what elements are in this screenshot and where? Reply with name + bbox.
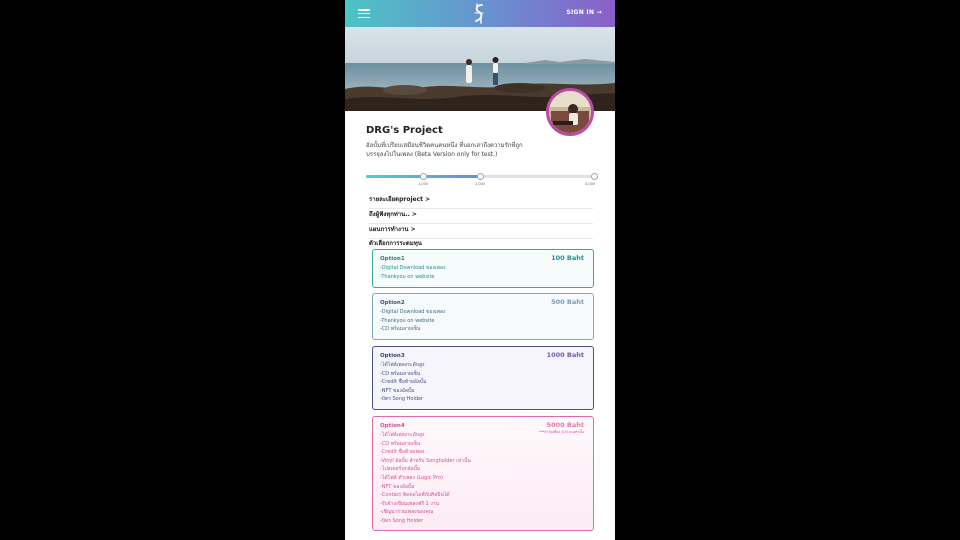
option-card-1[interactable]: Option1 100 Baht -Digital Download ของเพ… xyxy=(372,249,594,288)
option-benefits: -ได้ไฟล์เพลงระดับสูง -CD พร้อมลายเซ็น -C… xyxy=(380,361,426,404)
benefit-item: -Credit ชื่อท้ายอัลบั้ม xyxy=(380,379,427,386)
option-price: 100 Baht xyxy=(551,254,584,262)
project-title: DRG's Project xyxy=(366,125,443,136)
menu-icon[interactable] xyxy=(358,9,370,19)
option-limit-note: ***จำกัดเพียง 100 คนเท่านั้น xyxy=(539,430,584,434)
benefit-item: -Thankyou on website xyxy=(380,273,435,280)
artist-avatar[interactable] xyxy=(546,88,594,136)
sign-in-button[interactable]: SIGN IN → xyxy=(566,9,602,16)
benefit-item: -Thankyou on website xyxy=(380,317,435,324)
benefit-item: -CD พร้อมลายเซ็น xyxy=(380,326,421,333)
project-details-link[interactable]: รายละเอียดproject > xyxy=(369,194,593,209)
benefit-item: -CD พร้อมลายเซ็น xyxy=(380,370,421,377)
option-price: 1000 Baht xyxy=(546,351,584,359)
benefit-item: -บัตร Song Holder xyxy=(380,396,424,403)
project-description: อัลบั้มที่เปรียบเสมือนชีวิตคนคนหนึ่ง ที่… xyxy=(366,142,523,158)
option-benefits: -Digital Download ของเพลง -Thankyou on w… xyxy=(380,264,445,281)
milestone-marker xyxy=(590,173,598,180)
benefit-item: -รับจ้างเขียนเพลงฟรี 1 งาน xyxy=(380,500,440,507)
top-navigation-bar: SIGN IN → xyxy=(345,0,615,27)
benefit-item: -เชิญมาร่วมเพลงของคุณ xyxy=(380,509,434,516)
milestone-label: 4,000 xyxy=(585,182,596,186)
work-plan-link[interactable]: แผนการทำงาน > xyxy=(369,224,593,239)
mobile-page: SIGN IN → DRG's Project อัลบั้มที่เปรียบ… xyxy=(345,0,615,540)
option-price: 5000 Baht xyxy=(546,421,584,429)
option-benefits: -ได้ไฟล์เพลงระดับสูง -CD พร้อมลายเซ็น -C… xyxy=(380,431,471,526)
option-title: Option4 xyxy=(380,423,405,429)
benefit-item: -Vinyl อัลบั้ม สำหรับ Songholder เท่านั้… xyxy=(380,457,471,464)
option-title: Option3 xyxy=(380,353,405,359)
benefit-item: -ได้ไฟล์ ทำเพลง (Logic Pro) xyxy=(380,474,443,481)
benefit-item: -ได้ไฟล์เพลงระดับสูง xyxy=(380,432,425,438)
benefit-item: -CD พร้อมลายเซ็น xyxy=(380,440,421,447)
thanks-listeners-link[interactable]: ถึงผู้ฟังทุกท่าน.. > xyxy=(369,209,593,224)
option-card-3[interactable]: Option3 1000 Baht -ได้ไฟล์เพลงระดับสูง -… xyxy=(372,346,594,410)
option-card-2[interactable]: Option2 500 Baht -Digital Download ของเพ… xyxy=(372,293,594,340)
benefit-item: -Digital Download ของเพลง xyxy=(380,265,446,271)
benefit-item: -บัตร Song Holder xyxy=(380,517,424,524)
benefit-item: -Digital Download ของเพลง xyxy=(380,309,446,315)
milestone-marker xyxy=(476,173,484,180)
option-benefits: -Digital Download ของเพลง -Thankyou on w… xyxy=(380,308,445,334)
benefit-item: -ได้ไฟล์เพลงระดับสูง xyxy=(380,362,425,368)
option-title: Option1 xyxy=(380,256,405,262)
milestone-label: 1,000 xyxy=(418,182,429,186)
milestone-label: 2,000 xyxy=(475,182,486,186)
brand-logo-icon[interactable] xyxy=(472,3,486,24)
option-title: Option2 xyxy=(380,300,405,306)
benefit-item: -NFT ของอัลบั้ม xyxy=(380,387,415,394)
option-price: 500 Baht xyxy=(551,298,584,306)
milestone-marker xyxy=(419,173,427,180)
benefit-item: -NFT ของอัลบั้ม xyxy=(380,483,415,490)
benefit-item: -Credit ชื่อท้ายเพลง xyxy=(380,449,425,456)
benefit-item: -Contact ติดต่อไลฟ์กับศิลปินได้ xyxy=(380,492,450,499)
option-card-4[interactable]: Option4 5000 Baht ***จำกัดเพียง 100 คนเท… xyxy=(372,416,594,531)
benefit-item: -โปสเตอร์ทุกอัลบั้ม xyxy=(380,466,421,473)
